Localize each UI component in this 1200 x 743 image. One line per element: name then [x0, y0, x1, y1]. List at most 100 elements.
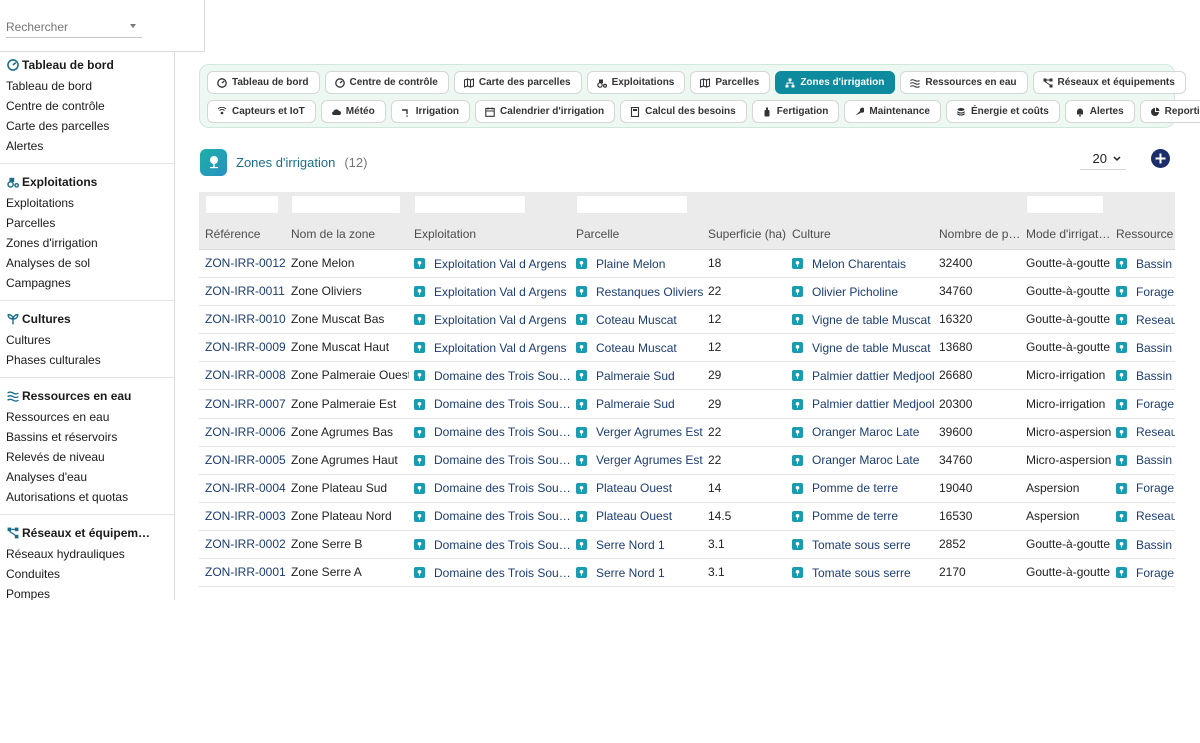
record-link-icon[interactable] — [1116, 482, 1127, 494]
sidebar-section-title[interactable]: Ressources en eau — [0, 385, 174, 407]
table-cell-reference[interactable]: ZON-IRR-0009 — [205, 340, 287, 354]
toolbar-button[interactable]: Centre de contrôle — [324, 71, 449, 94]
table-row[interactable]: ZON-IRR-0009 Zone Muscat Haut Exploitation… — [199, 334, 1175, 363]
record-link-icon[interactable] — [1116, 258, 1127, 269]
record-link-icon[interactable] — [792, 314, 803, 326]
record-link-icon[interactable] — [414, 539, 425, 550]
record-link-icon[interactable] — [1116, 370, 1127, 382]
record-link-icon[interactable] — [414, 314, 425, 326]
table-cell-link[interactable]: Pomme de terre — [792, 509, 934, 523]
table-row[interactable]: ZON-IRR-0006 Zone Agrumes Bas Domaine des … — [199, 418, 1175, 447]
table-cell-reference[interactable]: ZON-IRR-0010 — [205, 312, 287, 326]
table-cell-link[interactable]: Reseau — [1116, 509, 1175, 523]
table-cell-link[interactable]: Bassin — [1116, 368, 1175, 383]
toolbar-button[interactable]: Reporting — [1139, 100, 1200, 123]
table-cell-link[interactable]: Plaine Melon — [576, 256, 704, 271]
column-filter-input[interactable] — [291, 195, 401, 214]
record-link-icon[interactable] — [792, 482, 803, 494]
page-size-select[interactable]: 20 — [1080, 148, 1126, 170]
column-header[interactable]: Nom de la zone — [291, 227, 409, 241]
sidebar-item[interactable]: Réseaux hydrauliques — [0, 544, 174, 564]
table-cell-link[interactable]: Forage — [1116, 284, 1175, 299]
table-cell-reference[interactable]: ZON-IRR-0011 — [205, 284, 287, 298]
column-header[interactable]: Nombre de p… — [939, 227, 1021, 241]
table-row[interactable]: ZON-IRR-0007 Zone Palmeraie Est Domaine de… — [199, 390, 1175, 419]
record-link-icon[interactable] — [414, 286, 425, 298]
table-cell-link[interactable]: Bassin — [1116, 453, 1175, 467]
table-cell-link[interactable]: Domaine des Trois Sou… — [414, 481, 572, 495]
table-row[interactable]: ZON-IRR-0012 Zone Melon Exploitation Val d… — [199, 250, 1175, 278]
toolbar-button[interactable]: Ressources en eau — [900, 71, 1028, 94]
column-filter-input[interactable] — [576, 195, 688, 214]
search-input[interactable] — [6, 16, 142, 38]
record-link-icon[interactable] — [576, 426, 587, 438]
toolbar-button[interactable]: Parcelles — [690, 71, 771, 94]
table-cell-link[interactable]: Pomme de terre — [792, 481, 934, 495]
table-cell-link[interactable]: Olivier Picholine — [792, 284, 934, 299]
record-link-icon[interactable] — [1116, 286, 1127, 298]
sidebar-section-title[interactable]: Exploitations — [0, 171, 174, 193]
sidebar-item[interactable]: Cultures — [0, 330, 174, 350]
record-link-icon[interactable] — [792, 426, 803, 438]
sidebar-item[interactable]: Conduites — [0, 564, 174, 584]
column-filter-input[interactable] — [414, 195, 526, 214]
table-cell-link[interactable]: Reseau — [1116, 425, 1175, 439]
add-record-button[interactable] — [1151, 149, 1170, 168]
table-cell-link[interactable]: Bassin — [1116, 340, 1175, 355]
table-cell-link[interactable]: Domaine des Trois Sou… — [414, 537, 572, 552]
table-cell-link[interactable]: Tomate sous serre — [792, 537, 934, 552]
record-link-icon[interactable] — [1116, 426, 1127, 438]
toolbar-button[interactable]: Tableau de bord — [207, 71, 320, 94]
table-cell-link[interactable]: Domaine des Trois Sou… — [414, 425, 572, 439]
table-row[interactable]: ZON-IRR-0005 Zone Agrumes Haut Domaine des… — [199, 446, 1175, 475]
record-link-icon[interactable] — [792, 370, 803, 382]
table-row[interactable]: ZON-IRR-0011 Zone Oliviers Exploitation Va… — [199, 278, 1175, 307]
record-link-icon[interactable] — [576, 510, 587, 522]
table-cell-link[interactable]: Coteau Muscat — [576, 340, 704, 355]
table-cell-link[interactable]: Forage — [1116, 565, 1175, 580]
sidebar-item[interactable]: Pompes — [0, 584, 174, 600]
table-cell-reference[interactable]: ZON-IRR-0001 — [205, 565, 287, 579]
record-link-icon[interactable] — [576, 482, 587, 494]
table-cell-link[interactable]: Exploitation Val d Argens — [414, 340, 572, 355]
record-link-icon[interactable] — [792, 567, 803, 579]
record-link-icon[interactable] — [414, 258, 425, 269]
sidebar-section-title[interactable]: Cultures — [0, 308, 174, 330]
sidebar-item[interactable]: Zones d'irrigation — [0, 233, 174, 253]
table-cell-reference[interactable]: ZON-IRR-0005 — [205, 453, 287, 467]
table-cell-link[interactable]: Palmeraie Sud — [576, 368, 704, 383]
toolbar-button[interactable]: Zones d'irrigation — [775, 71, 896, 94]
table-cell-link[interactable]: Palmeraie Sud — [576, 397, 704, 411]
record-link-icon[interactable] — [414, 426, 425, 438]
record-link-icon[interactable] — [1116, 510, 1127, 522]
table-row[interactable]: ZON-IRR-0002 Zone Serre B Domaine des Troi… — [199, 531, 1175, 559]
toolbar-button[interactable]: Calcul des besoins — [620, 100, 747, 123]
record-link-icon[interactable] — [414, 370, 425, 382]
record-link-icon[interactable] — [414, 342, 425, 354]
record-link-icon[interactable] — [414, 567, 425, 579]
table-cell-link[interactable]: Plateau Ouest — [576, 509, 704, 523]
sidebar-item[interactable]: Analyses de sol — [0, 253, 174, 273]
table-row[interactable]: ZON-IRR-0010 Zone Muscat Bas Exploitation … — [199, 306, 1175, 335]
sidebar-item[interactable]: Phases culturales — [0, 350, 174, 370]
table-cell-link[interactable]: Coteau Muscat — [576, 312, 704, 327]
table-cell-link[interactable]: Vigne de table Muscat — [792, 312, 934, 327]
toolbar-button[interactable]: Fertigation — [751, 100, 840, 123]
table-cell-link[interactable]: Forage — [1116, 397, 1175, 411]
sidebar-item[interactable]: Parcelles — [0, 213, 174, 233]
table-row[interactable]: ZON-IRR-0001 Zone Serre A Domaine des Troi… — [199, 559, 1175, 587]
record-link-icon[interactable] — [576, 286, 587, 298]
table-cell-reference[interactable]: ZON-IRR-0012 — [205, 256, 287, 270]
table-cell-reference[interactable]: ZON-IRR-0003 — [205, 509, 287, 523]
record-link-icon[interactable] — [414, 482, 425, 494]
table-cell-link[interactable]: Domaine des Trois Sou… — [414, 397, 572, 411]
column-header[interactable]: Parcelle — [576, 227, 704, 241]
table-cell-link[interactable]: Bassin — [1116, 537, 1175, 552]
column-header[interactable]: Exploitation — [414, 227, 572, 241]
record-link-icon[interactable] — [1116, 342, 1127, 354]
table-cell-reference[interactable]: ZON-IRR-0004 — [205, 481, 287, 495]
record-link-icon[interactable] — [792, 539, 803, 550]
sidebar-item[interactable]: Autorisations et quotas — [0, 487, 174, 507]
record-link-icon[interactable] — [576, 398, 587, 410]
table-cell-link[interactable]: Domaine des Trois Sou… — [414, 565, 572, 580]
